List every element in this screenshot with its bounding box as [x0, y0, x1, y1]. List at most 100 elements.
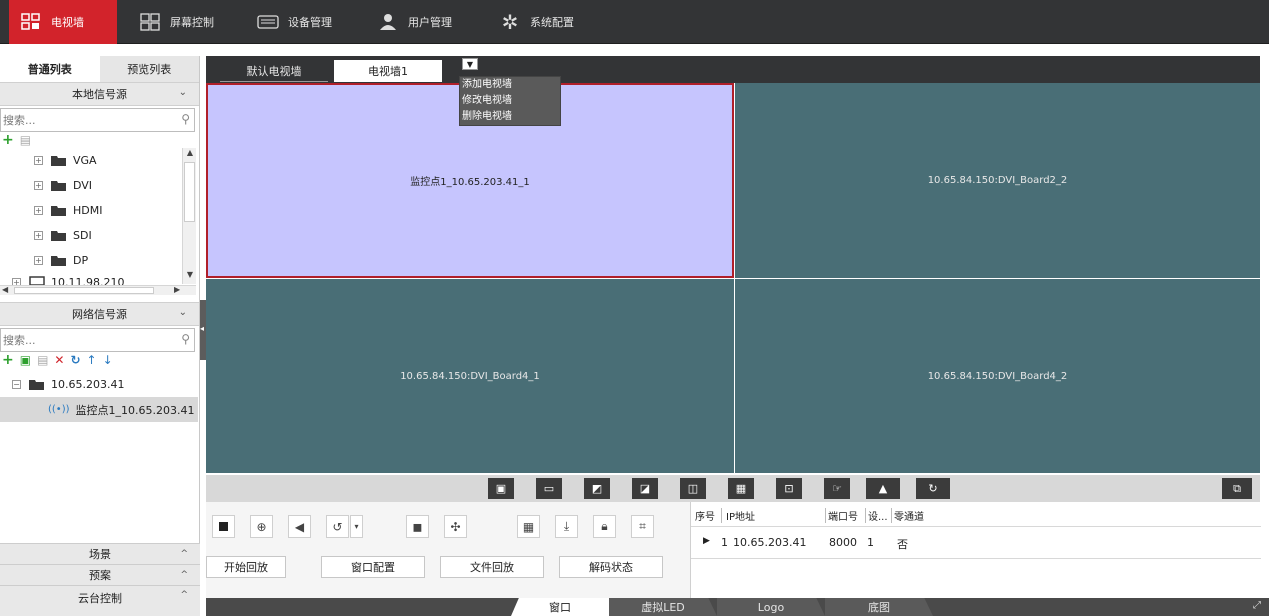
ptz-panel-header[interactable]: 云台控制 ^	[0, 585, 200, 616]
mute-icon[interactable]: ◀	[288, 515, 311, 538]
plan-panel-header[interactable]: 预案 ^	[0, 564, 200, 585]
window-icon[interactable]: ▣	[488, 478, 514, 499]
tab-wall-1-label: 电视墙1	[368, 65, 408, 78]
tree-item-sdi[interactable]: + SDI	[0, 223, 182, 248]
keyboard-icon[interactable]: ▦	[517, 515, 540, 538]
hscroll-thumb[interactable]	[14, 287, 154, 294]
collapse-panel-icon[interactable]: ⤢	[1253, 600, 1261, 611]
local-search-input[interactable]: 搜索... ⚲	[0, 108, 195, 132]
import-icon[interactable]: ▣	[20, 353, 31, 367]
expand-icon[interactable]: +	[34, 181, 43, 190]
wall-cell-label: 10.65.84.150:DVI_Board4_2	[927, 370, 1068, 382]
copy-icon[interactable]: ▤	[20, 133, 31, 147]
scroll-thumb[interactable]	[184, 162, 195, 222]
device-icon	[256, 10, 280, 34]
row-port: 8000	[829, 536, 857, 549]
scroll-right-icon[interactable]: ▶	[174, 285, 180, 294]
row-expand-icon[interactable]: ▶	[703, 536, 710, 546]
tree-item-dvi[interactable]: + DVI	[0, 173, 182, 198]
alert-icon[interactable]: ▲	[866, 478, 900, 499]
menu-delete-wall[interactable]: 删除电视墙	[460, 109, 560, 125]
touch-icon[interactable]: ☞	[824, 478, 850, 499]
video-wall-icon	[19, 10, 43, 34]
tree-item-dp[interactable]: + DP	[0, 248, 182, 273]
scene-panel-header[interactable]: 场景 ^	[0, 543, 200, 564]
network-search-input[interactable]: 搜索... ⚲	[0, 328, 195, 352]
monitor-icon[interactable]: ▭	[536, 478, 562, 499]
nav-video-wall-label: 电视墙	[51, 16, 84, 29]
move-down-icon[interactable]: ↓	[103, 353, 113, 367]
delete-icon[interactable]: ✕	[54, 353, 64, 367]
wall-tabs-bar: 默认电视墙 电视墙1	[206, 56, 1260, 83]
replay-icon[interactable]: ↺	[326, 515, 349, 538]
add-icon[interactable]: +	[2, 132, 14, 148]
search-icon[interactable]: ⚲	[181, 112, 190, 126]
local-source-header[interactable]: 本地信号源 ⌄	[0, 82, 199, 106]
ptz-icon[interactable]: ✣	[444, 515, 467, 538]
tab-virtual-led[interactable]: 虚拟LED	[609, 598, 717, 616]
tree-item-vga[interactable]: + VGA	[0, 148, 182, 173]
tab-normal-list[interactable]: 普通列表	[0, 56, 100, 82]
tab-base-map[interactable]: 底图	[825, 598, 933, 616]
fit-window-icon[interactable]: ⌗	[631, 515, 654, 538]
nav-device-management[interactable]: 设备管理	[256, 0, 332, 44]
menu-edit-wall[interactable]: 修改电视墙	[460, 93, 560, 109]
maximize-window-icon[interactable]: ◪	[632, 478, 658, 499]
wall-menu-dropdown-button[interactable]: ▼	[462, 58, 478, 70]
split-screen-icon[interactable]: ▦	[728, 478, 754, 499]
menu-add-wall[interactable]: 添加电视墙	[460, 77, 560, 93]
add-icon[interactable]: +	[2, 352, 14, 368]
stop-icon[interactable]	[212, 515, 235, 538]
refresh-icon[interactable]: ↻	[70, 353, 80, 367]
refresh-icon[interactable]: ↻	[916, 478, 950, 499]
tab-default-wall[interactable]: 默认电视墙	[220, 60, 328, 82]
expand-icon[interactable]: +	[34, 206, 43, 215]
wall-cell-3[interactable]: 10.65.84.150:DVI_Board4_1	[206, 279, 734, 473]
nav-user-management[interactable]: 用户管理	[376, 0, 452, 44]
network-group-item[interactable]: − 10.65.203.41	[0, 372, 199, 397]
scroll-up-icon[interactable]: ▲	[183, 148, 197, 160]
window-config-button[interactable]: 窗口配置	[321, 556, 425, 578]
copy-icon[interactable]: ▤	[37, 353, 48, 367]
dropdown-arrow-icon[interactable]: ▾	[350, 515, 363, 538]
nav-video-wall[interactable]: 电视墙	[9, 0, 117, 44]
fullscreen-icon[interactable]: ⊡	[776, 478, 802, 499]
expand-icon[interactable]: +	[34, 156, 43, 165]
restore-window-icon[interactable]: ◫	[680, 478, 706, 499]
expand-icon[interactable]: +	[34, 231, 43, 240]
gear-icon: ✲	[501, 10, 519, 34]
scroll-left-icon[interactable]: ◀	[2, 285, 8, 294]
decode-status-button[interactable]: 解码状态	[559, 556, 663, 578]
download-icon[interactable]: ⤓	[555, 515, 578, 538]
lock-icon[interactable]: 🔒︎	[593, 515, 616, 538]
tab-preview-list[interactable]: 预览列表	[100, 56, 200, 82]
tab-logo[interactable]: Logo	[717, 598, 825, 616]
col-port: 端口号	[825, 508, 858, 523]
camera-icon[interactable]: ◼	[406, 515, 429, 538]
wall-cell-2[interactable]: 10.65.84.150:DVI_Board2_2	[735, 83, 1260, 278]
search-icon[interactable]: ⚲	[181, 332, 190, 346]
tab-window[interactable]: 窗口	[511, 598, 609, 616]
nav-system-config[interactable]: ✲ 系统配置	[498, 0, 574, 44]
col-index: 序号	[695, 512, 715, 523]
zoom-in-icon[interactable]: ⊕	[250, 515, 273, 538]
col-ip: IP地址	[721, 508, 755, 523]
move-up-icon[interactable]: ↑	[87, 353, 97, 367]
tree-item-hdmi[interactable]: + HDMI	[0, 198, 182, 223]
tree-scrollbar[interactable]: ▲ ▼	[182, 148, 196, 284]
open-window-icon[interactable]: ◩	[584, 478, 610, 499]
expand-icon[interactable]: +	[34, 256, 43, 265]
start-playback-button[interactable]: 开始回放	[206, 556, 286, 578]
network-source-header[interactable]: 网络信号源 ⌄	[0, 302, 199, 326]
file-playback-button[interactable]: 文件回放	[440, 556, 544, 578]
nav-screen-control[interactable]: 屏幕控制	[138, 0, 214, 44]
wall-cell-4[interactable]: 10.65.84.150:DVI_Board4_2	[735, 279, 1260, 473]
tree-hscrollbar[interactable]: ◀ ▶	[0, 285, 196, 295]
network-channel-label: 监控点1_10.65.203.41	[75, 403, 195, 417]
scroll-down-icon[interactable]: ▼	[183, 270, 197, 282]
screenshot-icon[interactable]: ⧉	[1222, 478, 1252, 499]
tab-wall-1[interactable]: 电视墙1	[334, 60, 442, 82]
scene-label: 场景	[89, 548, 111, 561]
collapse-icon[interactable]: −	[12, 380, 21, 389]
network-channel-item[interactable]: ((•)) 监控点1_10.65.203.41	[0, 397, 198, 422]
